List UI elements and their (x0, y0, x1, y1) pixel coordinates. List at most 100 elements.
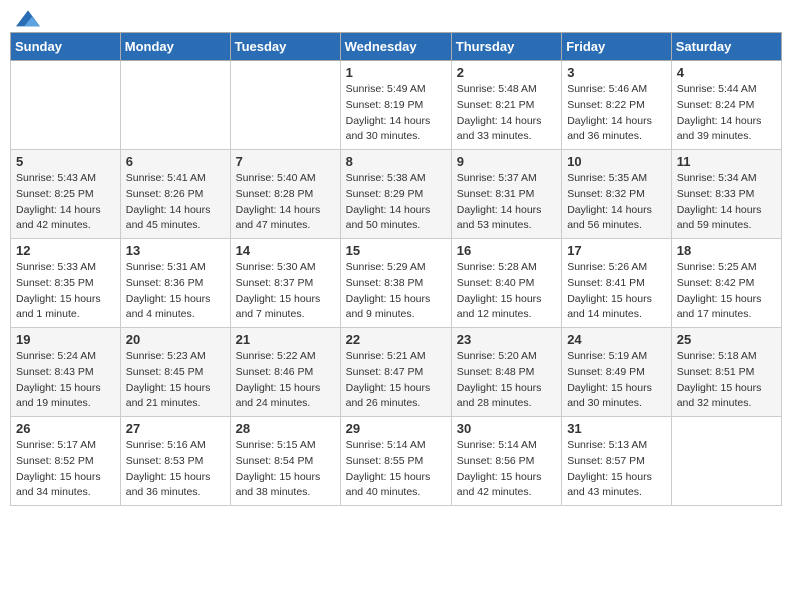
day-number: 31 (567, 421, 666, 436)
day-number: 13 (126, 243, 225, 258)
calendar-cell: 17 Sunrise: 5:26 AM Sunset: 8:41 PM Dayli… (562, 239, 672, 328)
calendar-week-row: 19Sunrise: 5:24 AM Sunset: 8:43 PM Dayli… (11, 328, 782, 417)
day-info: Sunrise: 5:30 AM Sunset: 8:37 PM Dayligh… (236, 260, 335, 323)
weekday-header-thursday: Thursday (451, 33, 561, 61)
calendar-header-row: SundayMondayTuesdayWednesdayThursdayFrid… (11, 33, 782, 61)
day-number: 11 (677, 154, 776, 169)
calendar-cell: 24 Sunrise: 5:19 AM Sunset: 8:49 PM Dayli… (562, 328, 672, 417)
day-info: Sunrise: 5:23 AM Sunset: 8:45 PM Dayligh… (126, 349, 225, 412)
calendar-table: SundayMondayTuesdayWednesdayThursdayFrid… (10, 32, 782, 506)
day-info: Sunrise: 5:17 AM Sunset: 8:52 PM Dayligh… (16, 438, 115, 501)
day-info: Sunrise: 5:46 AM Sunset: 8:22 PM Dayligh… (567, 82, 666, 145)
calendar-cell: 18Sunrise: 5:25 AM Sunset: 8:42 PM Dayli… (671, 239, 781, 328)
day-number: 24 (567, 332, 666, 347)
calendar-cell (11, 61, 121, 150)
day-number: 10 (567, 154, 666, 169)
calendar-week-row: 1 Sunrise: 5:49 AM Sunset: 8:19 PM Daylig… (11, 61, 782, 150)
weekday-header-friday: Friday (562, 33, 672, 61)
day-info: Sunrise: 5:43 AM Sunset: 8:25 PM Dayligh… (16, 171, 115, 234)
calendar-cell: 27 Sunrise: 5:16 AM Sunset: 8:53 PM Dayli… (120, 417, 230, 506)
day-info: Sunrise: 5:40 AM Sunset: 8:28 PM Dayligh… (236, 171, 335, 234)
day-number: 7 (236, 154, 335, 169)
weekday-header-monday: Monday (120, 33, 230, 61)
day-info: Sunrise: 5:18 AM Sunset: 8:51 PM Dayligh… (677, 349, 776, 412)
day-number: 1 (346, 65, 446, 80)
calendar-cell (230, 61, 340, 150)
day-number: 8 (346, 154, 446, 169)
day-info: Sunrise: 5:22 AM Sunset: 8:46 PM Dayligh… (236, 349, 335, 412)
day-info: Sunrise: 5:21 AM Sunset: 8:47 PM Dayligh… (346, 349, 446, 412)
day-number: 17 (567, 243, 666, 258)
calendar-cell: 12 Sunrise: 5:33 AM Sunset: 8:35 PM Dayli… (11, 239, 121, 328)
day-info: Sunrise: 5:48 AM Sunset: 8:21 PM Dayligh… (457, 82, 556, 145)
day-info: Sunrise: 5:29 AM Sunset: 8:38 PM Dayligh… (346, 260, 446, 323)
day-info: Sunrise: 5:34 AM Sunset: 8:33 PM Dayligh… (677, 171, 776, 234)
calendar-cell: 20Sunrise: 5:23 AM Sunset: 8:45 PM Dayli… (120, 328, 230, 417)
logo (14, 10, 40, 24)
day-number: 23 (457, 332, 556, 347)
calendar-week-row: 26 Sunrise: 5:17 AM Sunset: 8:52 PM Dayli… (11, 417, 782, 506)
day-number: 27 (126, 421, 225, 436)
day-info: Sunrise: 5:24 AM Sunset: 8:43 PM Dayligh… (16, 349, 115, 412)
calendar-cell: 31Sunrise: 5:13 AM Sunset: 8:57 PM Dayli… (562, 417, 672, 506)
day-number: 28 (236, 421, 335, 436)
calendar-cell: 6 Sunrise: 5:41 AM Sunset: 8:26 PM Daylig… (120, 150, 230, 239)
calendar-cell: 5 Sunrise: 5:43 AM Sunset: 8:25 PM Daylig… (11, 150, 121, 239)
calendar-cell (120, 61, 230, 150)
calendar-cell: 8 Sunrise: 5:38 AM Sunset: 8:29 PM Daylig… (340, 150, 451, 239)
day-info: Sunrise: 5:14 AM Sunset: 8:56 PM Dayligh… (457, 438, 556, 501)
day-info: Sunrise: 5:35 AM Sunset: 8:32 PM Dayligh… (567, 171, 666, 234)
day-number: 4 (677, 65, 776, 80)
calendar-cell: 21 Sunrise: 5:22 AM Sunset: 8:46 PM Dayli… (230, 328, 340, 417)
day-number: 6 (126, 154, 225, 169)
calendar-cell: 16 Sunrise: 5:28 AM Sunset: 8:40 PM Dayli… (451, 239, 561, 328)
day-number: 5 (16, 154, 115, 169)
day-info: Sunrise: 5:20 AM Sunset: 8:48 PM Dayligh… (457, 349, 556, 412)
day-info: Sunrise: 5:31 AM Sunset: 8:36 PM Dayligh… (126, 260, 225, 323)
calendar-cell: 22Sunrise: 5:21 AM Sunset: 8:47 PM Dayli… (340, 328, 451, 417)
calendar-cell: 25Sunrise: 5:18 AM Sunset: 8:51 PM Dayli… (671, 328, 781, 417)
day-info: Sunrise: 5:26 AM Sunset: 8:41 PM Dayligh… (567, 260, 666, 323)
day-info: Sunrise: 5:44 AM Sunset: 8:24 PM Dayligh… (677, 82, 776, 145)
day-info: Sunrise: 5:33 AM Sunset: 8:35 PM Dayligh… (16, 260, 115, 323)
day-info: Sunrise: 5:15 AM Sunset: 8:54 PM Dayligh… (236, 438, 335, 501)
day-info: Sunrise: 5:41 AM Sunset: 8:26 PM Dayligh… (126, 171, 225, 234)
calendar-cell: 28 Sunrise: 5:15 AM Sunset: 8:54 PM Dayli… (230, 417, 340, 506)
day-number: 2 (457, 65, 556, 80)
day-info: Sunrise: 5:25 AM Sunset: 8:42 PM Dayligh… (677, 260, 776, 323)
calendar-cell (671, 417, 781, 506)
day-info: Sunrise: 5:28 AM Sunset: 8:40 PM Dayligh… (457, 260, 556, 323)
calendar-cell: 26 Sunrise: 5:17 AM Sunset: 8:52 PM Dayli… (11, 417, 121, 506)
calendar-cell: 1 Sunrise: 5:49 AM Sunset: 8:19 PM Daylig… (340, 61, 451, 150)
weekday-header-tuesday: Tuesday (230, 33, 340, 61)
calendar-week-row: 5 Sunrise: 5:43 AM Sunset: 8:25 PM Daylig… (11, 150, 782, 239)
day-number: 9 (457, 154, 556, 169)
day-number: 30 (457, 421, 556, 436)
calendar-cell: 29Sunrise: 5:14 AM Sunset: 8:55 PM Dayli… (340, 417, 451, 506)
day-number: 26 (16, 421, 115, 436)
day-info: Sunrise: 5:38 AM Sunset: 8:29 PM Dayligh… (346, 171, 446, 234)
day-info: Sunrise: 5:49 AM Sunset: 8:19 PM Dayligh… (346, 82, 446, 145)
day-info: Sunrise: 5:14 AM Sunset: 8:55 PM Dayligh… (346, 438, 446, 501)
page-header (10, 10, 782, 24)
weekday-header-wednesday: Wednesday (340, 33, 451, 61)
calendar-cell: 14 Sunrise: 5:30 AM Sunset: 8:37 PM Dayli… (230, 239, 340, 328)
day-info: Sunrise: 5:37 AM Sunset: 8:31 PM Dayligh… (457, 171, 556, 234)
calendar-cell: 10 Sunrise: 5:35 AM Sunset: 8:32 PM Dayli… (562, 150, 672, 239)
calendar-cell: 4 Sunrise: 5:44 AM Sunset: 8:24 PM Daylig… (671, 61, 781, 150)
day-number: 16 (457, 243, 556, 258)
calendar-cell: 11 Sunrise: 5:34 AM Sunset: 8:33 PM Dayli… (671, 150, 781, 239)
calendar-body: 1 Sunrise: 5:49 AM Sunset: 8:19 PM Daylig… (11, 61, 782, 506)
day-info: Sunrise: 5:16 AM Sunset: 8:53 PM Dayligh… (126, 438, 225, 501)
calendar-cell: 7 Sunrise: 5:40 AM Sunset: 8:28 PM Daylig… (230, 150, 340, 239)
weekday-header-saturday: Saturday (671, 33, 781, 61)
logo-icon (16, 10, 40, 30)
calendar-week-row: 12 Sunrise: 5:33 AM Sunset: 8:35 PM Dayli… (11, 239, 782, 328)
day-number: 21 (236, 332, 335, 347)
day-number: 12 (16, 243, 115, 258)
calendar-cell: 2 Sunrise: 5:48 AM Sunset: 8:21 PM Daylig… (451, 61, 561, 150)
day-number: 14 (236, 243, 335, 258)
weekday-header-sunday: Sunday (11, 33, 121, 61)
calendar-cell: 13 Sunrise: 5:31 AM Sunset: 8:36 PM Dayli… (120, 239, 230, 328)
day-info: Sunrise: 5:19 AM Sunset: 8:49 PM Dayligh… (567, 349, 666, 412)
